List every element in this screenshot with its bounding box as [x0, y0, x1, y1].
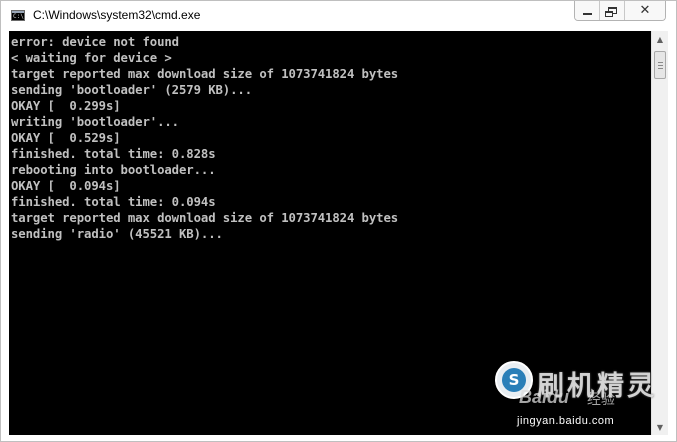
caption-buttons: ✕	[574, 1, 666, 21]
console-line: target reported max download size of 107…	[11, 67, 399, 81]
console-line: sending 'radio' (45521 KB)...	[11, 227, 223, 241]
scroll-thumb[interactable]	[654, 51, 666, 79]
thumb-grip	[658, 62, 663, 63]
watermark-experience: 经验	[587, 392, 615, 408]
console-line: sending 'bootloader' (2579 KB)...	[11, 83, 253, 97]
watermark-baidu: Baidu	[519, 387, 570, 407]
minimize-icon	[582, 13, 592, 15]
console-line: OKAY [ 0.529s]	[11, 131, 121, 145]
maximize-button[interactable]	[600, 1, 625, 20]
scroll-up-arrow-icon[interactable]: ▲	[652, 31, 668, 47]
close-icon: ✕	[639, 3, 651, 18]
cmd-icon-glyph: C:\	[13, 13, 24, 20]
console-line: finished. total time: 0.094s	[11, 195, 216, 209]
window-title: C:\Windows\system32\cmd.exe	[33, 8, 201, 22]
console-line: error: device not found	[11, 35, 179, 49]
console-line: < waiting for device >	[11, 51, 172, 65]
cmd-icon[interactable]: C:\	[11, 10, 25, 21]
minimize-button[interactable]	[575, 1, 600, 20]
cmd-window: C:\ C:\Windows\system32\cmd.exe ✕ error:…	[0, 0, 677, 442]
console-line: finished. total time: 0.828s	[11, 147, 216, 161]
watermark: S 刷机精灵 Baidu 经验 jingyan.baidu.com	[489, 361, 669, 437]
thumb-grip	[658, 65, 663, 66]
close-button[interactable]: ✕	[625, 1, 665, 20]
console-line: rebooting into bootloader...	[11, 163, 216, 177]
console-line: writing 'bootloader'...	[11, 115, 179, 129]
watermark-url: jingyan.baidu.com	[517, 415, 615, 427]
console-line: target reported max download size of 107…	[11, 211, 399, 225]
console-line: OKAY [ 0.094s]	[11, 179, 121, 193]
console-line: OKAY [ 0.299s]	[11, 99, 121, 113]
console-lines: error: device not found < waiting for dev…	[11, 34, 398, 242]
title-bar[interactable]: C:\ C:\Windows\system32\cmd.exe ✕	[1, 1, 676, 31]
thumb-grip	[658, 68, 663, 69]
restore-icon	[604, 7, 617, 17]
